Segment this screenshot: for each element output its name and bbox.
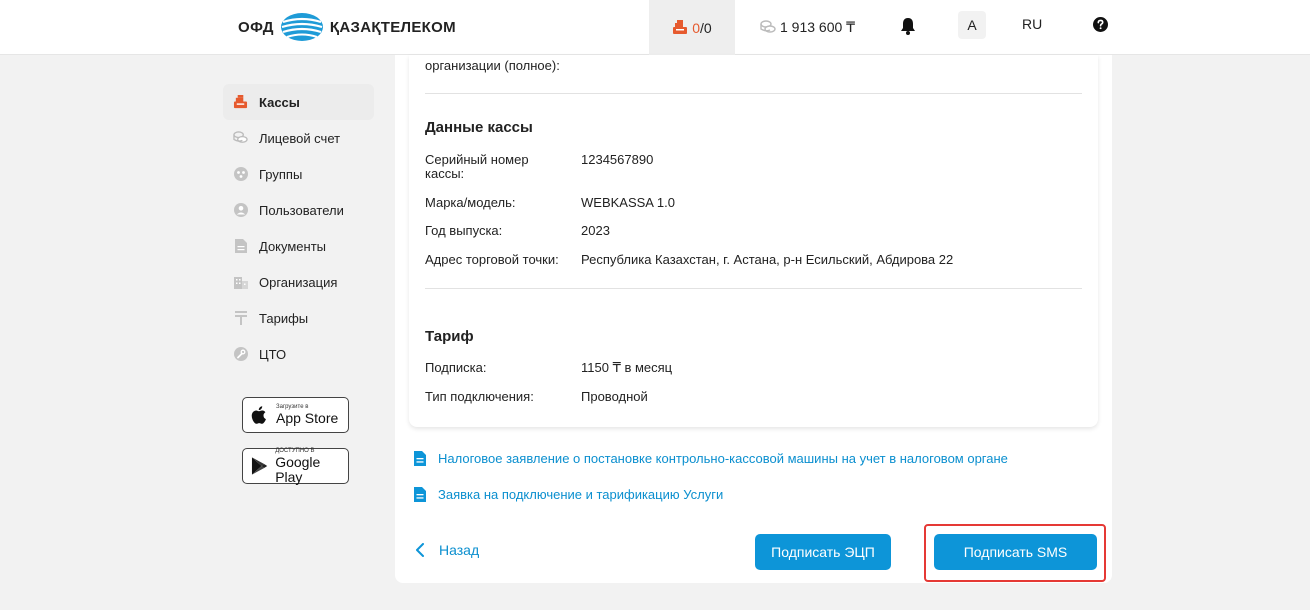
service-request-link-text: Заявка на подключение и тарификацию Услу… [438, 487, 724, 502]
sidebar-item-label: ЦТО [259, 346, 287, 362]
kassa-counter[interactable]: 0/0 [649, 0, 735, 55]
kassa-active-count: 0 [692, 19, 701, 36]
cash-register-icon [673, 20, 688, 34]
google-play-button[interactable]: ДОСТУПНО В Google Play [242, 448, 349, 484]
connection-type-label: Тип подключения: [425, 389, 534, 404]
sidebar-item-groups[interactable]: Группы [223, 156, 374, 192]
kassa-section-title: Данные кассы [425, 119, 533, 136]
model-value: WEBKASSA 1.0 [581, 195, 675, 210]
sidebar-item-label: Организация [259, 274, 338, 290]
app-store-text: App Store [276, 410, 339, 426]
address-label: Адрес торговой точки: [425, 252, 559, 267]
connection-type-value: Проводной [581, 389, 648, 404]
app-store-button[interactable]: Загрузите в App Store [242, 397, 349, 433]
sidebar-item-label: Пользователи [259, 202, 344, 218]
service-request-link[interactable]: Заявка на подключение и тарификацию Услу… [414, 487, 723, 502]
subscription-value: 1150 ₸ в месяц [581, 360, 673, 375]
sidebar-item-kassy[interactable]: Кассы [223, 84, 374, 120]
sidebar-item-label: Лицевой счет [259, 130, 341, 146]
model-label: Марка/модель: [425, 195, 516, 210]
divider [425, 288, 1082, 289]
sidebar-item-label: Кассы [259, 94, 300, 110]
balance-display[interactable]: 1 913 600 ₸ [760, 0, 855, 55]
back-label: Назад [439, 542, 480, 558]
google-play-text: Google Play [275, 453, 321, 485]
serial-value: 1234567890 [581, 152, 654, 167]
org-name-label: организации (полное): [425, 58, 560, 73]
balance-amount: 1 913 600 ₸ [780, 19, 856, 35]
cash-register-icon [233, 95, 248, 110]
sidebar-item-label: Тарифы [259, 310, 309, 326]
tariff-section-title: Тариф [425, 328, 474, 345]
language-switch[interactable]: RU [1022, 16, 1042, 32]
sidebar-item-cto[interactable]: ЦТО [223, 336, 374, 372]
kassa-total-count: /0 [700, 19, 712, 36]
avatar[interactable]: A [958, 11, 986, 39]
logo[interactable]: ОФД ҚАЗАҚТЕЛЕКОМ [238, 10, 456, 44]
chevron-left-icon [416, 543, 424, 557]
sidebar: Кассы Лицевой счет Группы Пользователи Д… [223, 84, 374, 484]
logo-kazakhtelecom-text: ҚАЗАҚТЕЛЕКОМ [329, 18, 456, 36]
kassa-details-card: организации (полное): Данные кассы Серий… [409, 55, 1098, 427]
sidebar-item-organization[interactable]: Организация [223, 264, 374, 300]
address-value: Республика Казахстан, г. Астана, р-н Еси… [581, 252, 954, 267]
divider [425, 93, 1082, 94]
building-icon [233, 275, 248, 290]
coins-icon [760, 20, 776, 33]
sign-sms-button[interactable]: Подписать SMS [934, 534, 1097, 570]
document-icon [233, 239, 248, 254]
tax-application-link-text: Налоговое заявление о постановке контрол… [438, 451, 1008, 466]
groups-icon [233, 167, 248, 182]
coins-icon [233, 131, 248, 146]
subscription-label: Подписка: [425, 360, 487, 375]
document-icon [414, 487, 426, 502]
sidebar-item-users[interactable]: Пользователи [223, 192, 374, 228]
help-icon[interactable] [1093, 17, 1108, 32]
google-play-icon [251, 457, 268, 475]
apple-icon [251, 406, 266, 424]
sign-ecp-button[interactable]: Подписать ЭЦП [755, 534, 891, 570]
bell-icon[interactable] [899, 16, 917, 36]
user-icon [233, 203, 248, 218]
globe-logo-icon [280, 13, 323, 41]
wrench-icon [233, 347, 248, 362]
logo-ofd-text: ОФД [238, 18, 274, 36]
top-header: ОФД ҚАЗАҚТЕЛЕКОМ 0/0 1 913 600 ₸ A RU [0, 0, 1310, 55]
tenge-icon [233, 311, 248, 326]
year-label: Год выпуска: [425, 223, 503, 238]
sidebar-item-label: Документы [259, 238, 327, 254]
sidebar-item-account[interactable]: Лицевой счет [223, 120, 374, 156]
serial-label: Серийный номер кассы: [425, 152, 529, 181]
sidebar-item-label: Группы [259, 166, 303, 182]
tax-application-link[interactable]: Налоговое заявление о постановке контрол… [414, 451, 1008, 466]
sidebar-item-documents[interactable]: Документы [223, 228, 374, 264]
main-panel: организации (полное): Данные кассы Серий… [395, 55, 1112, 583]
back-button[interactable]: Назад [415, 542, 479, 558]
year-value: 2023 [581, 223, 610, 238]
sidebar-item-tariffs[interactable]: Тарифы [223, 300, 374, 336]
document-icon [414, 451, 426, 466]
